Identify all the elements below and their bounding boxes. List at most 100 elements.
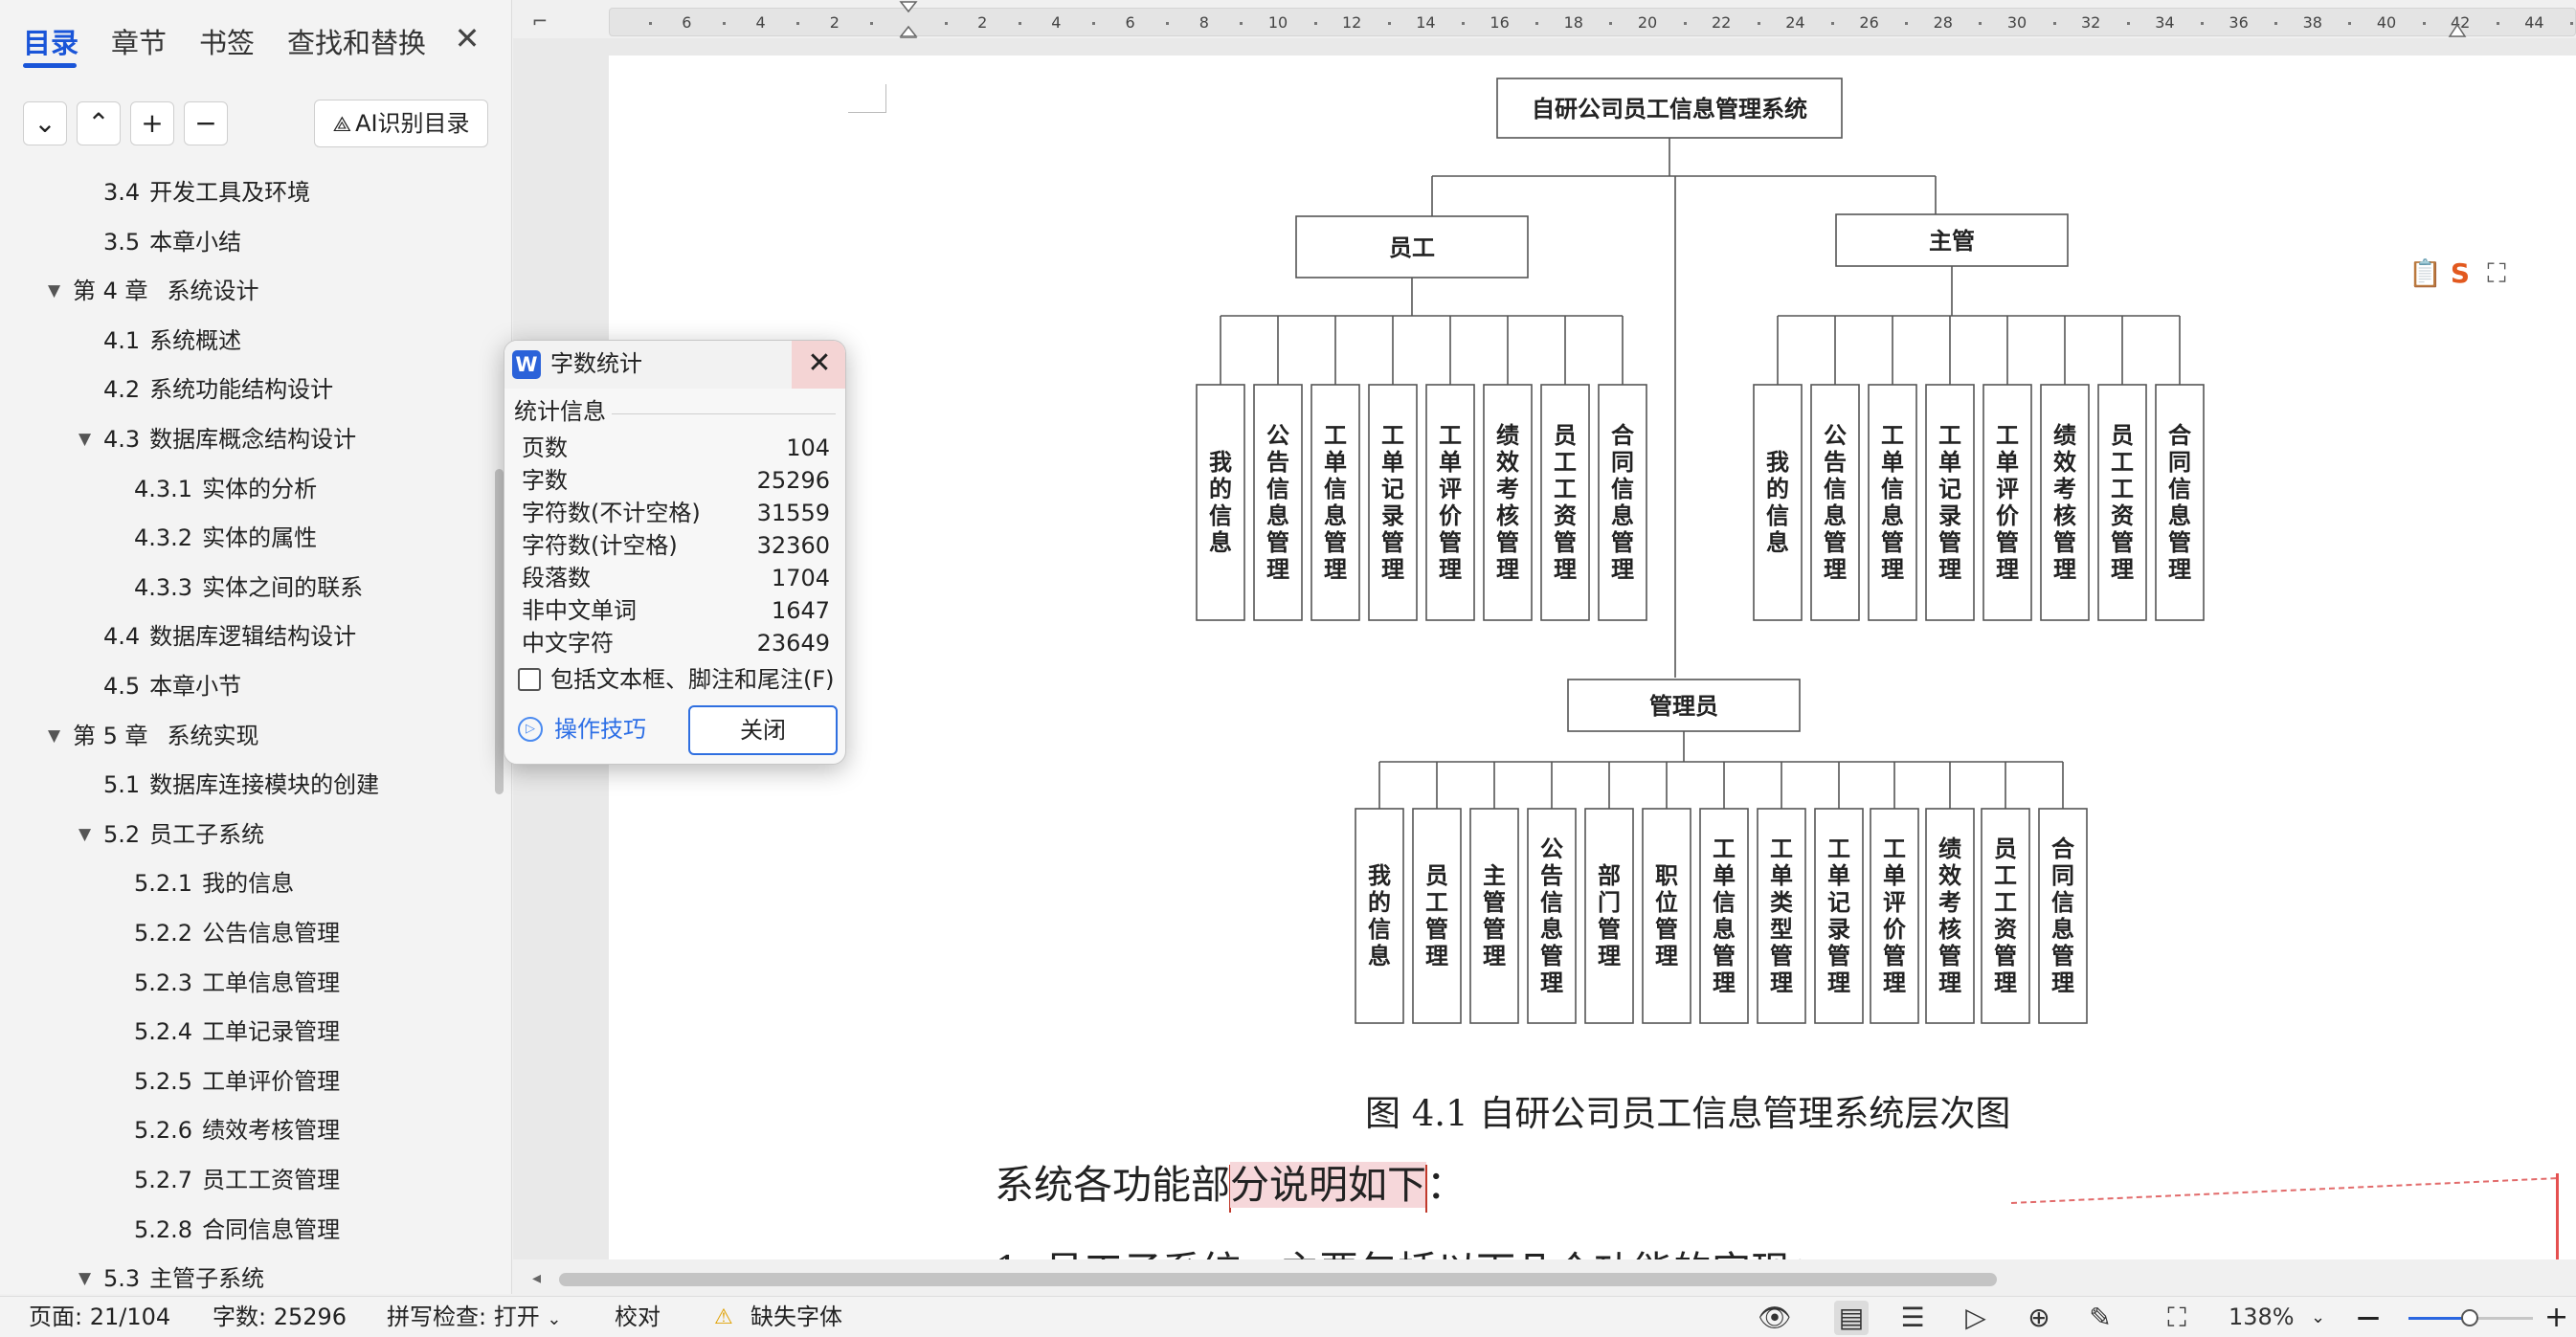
- pen-icon[interactable]: ✎: [2083, 1301, 2117, 1335]
- toc-entry[interactable]: 5.2.5 工单评价管理: [134, 1061, 340, 1102]
- toc-entry[interactable]: 5.2 员工子系统: [103, 814, 264, 855]
- toc-entry[interactable]: 3.4 开发工具及环境: [103, 172, 310, 212]
- toc-entry[interactable]: 4.3 数据库概念结构设计: [103, 419, 356, 459]
- org-leaf-label: 门: [1598, 889, 1621, 916]
- spellcheck-label: 拼写检查: 打开: [387, 1304, 540, 1330]
- toc-entry-number: 4.1: [103, 326, 141, 354]
- include-textbox-checkbox[interactable]: [518, 668, 541, 691]
- eye-protection-icon[interactable]: 👁: [1758, 1301, 1792, 1335]
- clipboard-icon[interactable]: 📋: [2408, 257, 2442, 290]
- toc-entry[interactable]: 第 4 章系统设计: [73, 271, 259, 311]
- toc-entry[interactable]: 5.2.4 工单记录管理: [134, 1012, 340, 1052]
- org-leaf-label: 理: [1439, 556, 1462, 583]
- toc-entry[interactable]: 5.2.2 公告信息管理: [134, 913, 340, 953]
- spellcheck-toggle[interactable]: 拼写检查: 打开 ⌄: [387, 1297, 561, 1337]
- web-view-icon[interactable]: ⊕: [2022, 1301, 2056, 1335]
- fullscreen-icon[interactable]: ⛶: [2481, 257, 2512, 290]
- toc-entry[interactable]: 5.2.1 我的信息: [134, 863, 294, 903]
- add-heading-button[interactable]: +: [130, 101, 174, 145]
- input-method-icon[interactable]: S: [2445, 257, 2475, 290]
- status-bar: 页面: 21/104 字数: 25296 拼写检查: 打开 ⌄ 校对 ⚠ 缺失字…: [0, 1296, 2576, 1337]
- toc-entry[interactable]: 5.1 数据库连接模块的创建: [103, 765, 379, 805]
- horizontal-scroll-thumb[interactable]: [559, 1273, 1997, 1286]
- nav-scrollbar[interactable]: [495, 469, 504, 794]
- org-leaf-label: 员: [2111, 422, 2134, 449]
- ruler-dot: [2570, 22, 2573, 25]
- toc-entry-title: 数据库逻辑结构设计: [149, 623, 357, 651]
- toc-entry-title: 工单记录管理: [202, 1018, 341, 1046]
- proofread-button[interactable]: 校对: [615, 1297, 661, 1337]
- toc-entry[interactable]: 3.5 本章小结: [103, 222, 241, 262]
- org-leaf-label: 理: [1483, 943, 1506, 969]
- toc-entry-number: 5.2.1: [134, 870, 193, 898]
- close-icon: ✕: [807, 346, 832, 380]
- tab-stop-selector[interactable]: ⌐: [526, 8, 553, 34]
- include-textbox-label[interactable]: 包括文本框、脚注和尾注(F): [550, 662, 835, 697]
- toc-entry[interactable]: 5.2.8 合同信息管理: [134, 1210, 340, 1250]
- word-count-indicator[interactable]: 字数: 25296: [213, 1297, 347, 1337]
- list-paragraph[interactable]: 1. 员工子系统，主要包括以下几个功能的实现：: [995, 1242, 1829, 1259]
- ruler-dot: [648, 22, 652, 25]
- toc-entry-title: 工单评价管理: [202, 1067, 341, 1095]
- toc-entry[interactable]: 4.3.2 实体的属性: [134, 518, 317, 558]
- org-leaf-label: 理: [1611, 556, 1634, 583]
- toc-entry[interactable]: 4.5 本章小节: [103, 666, 241, 706]
- tips-link[interactable]: 操作技巧: [554, 712, 646, 746]
- toc-entry[interactable]: 5.3 主管子系统: [103, 1259, 264, 1294]
- tab-bookmarks[interactable]: 书签: [199, 21, 255, 61]
- toc-entry-title: 员工子系统: [149, 820, 265, 848]
- zoom-out-icon[interactable]: —: [2357, 1297, 2380, 1337]
- ruler-tick-label: 18: [1563, 13, 1583, 32]
- chevron-down-icon[interactable]: ⌄: [2311, 1297, 2325, 1337]
- tab-find-replace[interactable]: 查找和替换: [287, 21, 426, 61]
- horizontal-scrollbar[interactable]: ◂: [532, 1267, 2576, 1290]
- document-page[interactable]: 自研公司员工信息管理系统 员工我的信息公告信息管理工单信息管理工单记录管理工单评价…: [609, 56, 2576, 1259]
- word-count-dialog: W 字数统计 ✕ 统计信息 页数 104 字数 25296 字符数(不计空格) 31559…: [504, 340, 846, 765]
- close-icon[interactable]: ✕: [452, 23, 482, 54]
- zoom-in-icon[interactable]: +: [2544, 1297, 2568, 1337]
- expand-arrow-icon[interactable]: ▼: [78, 419, 91, 459]
- org-leaf-label: 评: [1996, 476, 2019, 502]
- expand-all-button[interactable]: ⌄: [23, 101, 67, 145]
- collapse-all-button[interactable]: ⌃: [77, 101, 121, 145]
- tab-toc[interactable]: 目录: [23, 21, 78, 61]
- toc-entry[interactable]: 第 5 章系统实现: [73, 716, 259, 756]
- toc-entry[interactable]: 4.3.1 实体的分析: [134, 469, 317, 509]
- toc-entry[interactable]: 4.1 系统概述: [103, 321, 241, 361]
- page-view-icon[interactable]: ▤: [1834, 1301, 1869, 1335]
- missing-font-button[interactable]: 缺失字体: [750, 1297, 842, 1337]
- toc-entry-number: 5.2.4: [134, 1018, 193, 1046]
- expand-arrow-icon[interactable]: ▼: [78, 814, 91, 855]
- close-dialog-button[interactable]: 关闭: [688, 705, 838, 755]
- zoom-level[interactable]: 138%: [2229, 1297, 2295, 1337]
- ruler-tick-label: 22: [1712, 13, 1732, 32]
- toc-entry[interactable]: 4.4 数据库逻辑结构设计: [103, 616, 356, 657]
- dialog-close-button[interactable]: ✕: [792, 341, 845, 389]
- toc-entry[interactable]: 4.2 系统功能结构设计: [103, 369, 333, 410]
- toc-entry-number: 5.2.3: [134, 969, 193, 996]
- org-leaf-label: 资: [1554, 502, 1577, 529]
- fit-page-icon[interactable]: ⛶: [2160, 1301, 2194, 1335]
- zoom-slider-handle[interactable]: [2460, 1309, 2478, 1326]
- expand-arrow-icon[interactable]: ▼: [48, 271, 60, 311]
- remove-heading-button[interactable]: −: [184, 101, 228, 145]
- toc-entry[interactable]: 5.2.3 工单信息管理: [134, 963, 340, 1003]
- toc-entry[interactable]: 5.2.7 员工工资管理: [134, 1160, 340, 1200]
- ruler-dot: [2422, 22, 2426, 25]
- toc-entry[interactable]: 4.3.3 实体之间的联系: [134, 568, 363, 608]
- expand-arrow-icon[interactable]: ▼: [78, 1259, 91, 1294]
- toc-entry-title: 系统功能结构设计: [149, 376, 334, 404]
- scroll-left-arrow-icon[interactable]: ◂: [532, 1267, 541, 1290]
- page-indicator[interactable]: 页面: 21/104: [29, 1297, 170, 1337]
- dialog-titlebar[interactable]: W 字数统计 ✕: [504, 341, 845, 389]
- chevron-down-icon: ⌄: [34, 107, 56, 139]
- body-paragraph[interactable]: 系统各功能部分说明如下：: [995, 1156, 1466, 1214]
- indent-marker-right[interactable]: [2447, 8, 2468, 40]
- tab-chapters[interactable]: 章节: [111, 21, 167, 61]
- outline-view-icon[interactable]: ☰: [1895, 1301, 1930, 1335]
- reading-mode-icon[interactable]: ▷: [1959, 1301, 1993, 1335]
- ai-toc-button[interactable]: ⟁ AI识别目录: [314, 100, 488, 147]
- toc-entry-number: 4.5: [103, 673, 141, 700]
- toc-entry[interactable]: 5.2.6 绩效考核管理: [134, 1110, 340, 1150]
- expand-arrow-icon[interactable]: ▼: [48, 716, 60, 756]
